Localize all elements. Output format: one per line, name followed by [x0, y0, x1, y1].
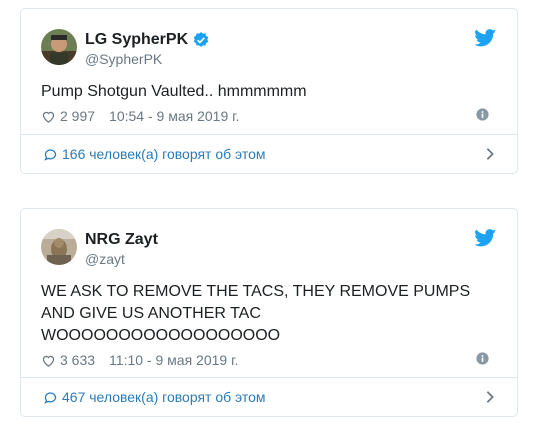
chevron-right-icon[interactable]: [485, 147, 495, 161]
discussion-link[interactable]: 467 человек(а) говорят об этом: [21, 377, 517, 416]
comment-icon: [44, 148, 57, 161]
comment-icon: [44, 391, 57, 404]
discussion-count[interactable]: 467 человек(а) говорят об этом: [62, 389, 266, 405]
display-name[interactable]: LG SypherPK: [85, 31, 188, 49]
person-avatar-icon: [41, 229, 77, 265]
info-icon[interactable]: [476, 352, 489, 365]
tweet-text: WE ASK TO REMOVE THE TACS, THEY REMOVE P…: [41, 283, 471, 344]
user-handle[interactable]: @SypherPK: [85, 51, 162, 67]
avatar[interactable]: [41, 29, 77, 65]
heart-icon[interactable]: [41, 353, 56, 368]
tweet-meta: 2 997 10:54 - 9 мая 2019 г.: [41, 106, 497, 126]
timestamp[interactable]: 11:10 - 9 мая 2019 г.: [109, 352, 238, 368]
timestamp[interactable]: 10:54 - 9 мая 2019 г.: [109, 108, 239, 124]
avatar[interactable]: [41, 229, 77, 265]
verified-badge-icon: [193, 32, 209, 47]
display-name[interactable]: NRG Zayt: [85, 231, 158, 249]
tweet-card[interactable]: NRG Zayt @zayt WE ASK TO REMOVE THE TACS…: [20, 208, 518, 417]
like-count[interactable]: 2 997: [60, 108, 95, 124]
tweet-card[interactable]: LG SypherPK @SypherPK Pump Shotgun Vault…: [20, 8, 518, 174]
tweet-meta: 3 633 11:10 - 9 мая 2019 г.: [41, 350, 497, 370]
tweet-header: LG SypherPK @SypherPK: [41, 29, 497, 73]
discussion-link[interactable]: 166 человек(а) говорят об этом: [21, 134, 517, 173]
twitter-bird-icon[interactable]: [475, 229, 497, 247]
twitter-bird-icon[interactable]: [475, 29, 497, 47]
person-avatar-icon: [41, 29, 77, 65]
tweet-text: Pump Shotgun Vaulted.. hmmmmmm: [41, 83, 307, 100]
heart-icon[interactable]: [41, 109, 56, 124]
discussion-count[interactable]: 166 человек(а) говорят об этом: [62, 146, 266, 162]
info-icon[interactable]: [476, 108, 489, 121]
tweet-header: NRG Zayt @zayt: [41, 229, 497, 273]
like-count[interactable]: 3 633: [60, 352, 95, 368]
user-handle[interactable]: @zayt: [85, 251, 125, 267]
chevron-right-icon[interactable]: [485, 390, 495, 404]
